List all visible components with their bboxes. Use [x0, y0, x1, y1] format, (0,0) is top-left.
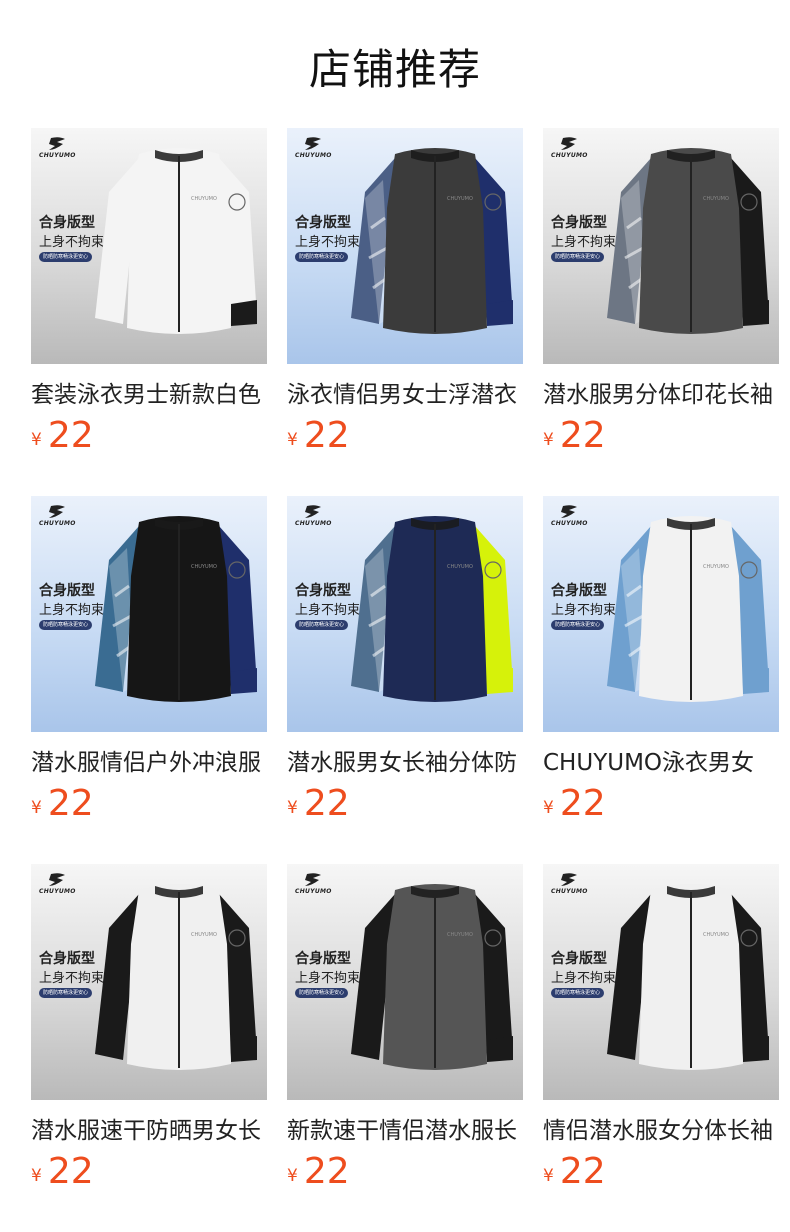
shirt-illustration: CHUYUMO	[351, 884, 513, 1070]
price-value: 22	[47, 415, 94, 456]
price-value: 22	[47, 1151, 94, 1192]
product-image[interactable]: CHUYUMO 合身版型 上身不拘束 防晒防寒畅泳更安心 CHUYUMO	[287, 496, 523, 732]
section-title: 店铺推荐	[308, 45, 481, 94]
product-card[interactable]: CHUYUMO 合身版型 上身不拘束 防晒防寒畅泳更安心 CHUYUMO 情侣潜…	[543, 864, 779, 1232]
product-card[interactable]: CHUYUMO 合身版型 上身不拘束 防晒防寒畅泳更安心 CHUYUMO 套装泳…	[31, 128, 267, 496]
currency-symbol: ¥	[287, 798, 298, 818]
svg-text:CHUYUMO: CHUYUMO	[447, 196, 473, 202]
product-image[interactable]: CHUYUMO 合身版型 上身不拘束 防晒防寒畅泳更安心 CHUYUMO	[31, 128, 267, 364]
product-name[interactable]: 潜水服情侣户外冲浪服	[31, 748, 267, 778]
currency-symbol: ¥	[287, 430, 298, 450]
price-value: 22	[559, 415, 606, 456]
product-card[interactable]: CHUYUMO 合身版型 上身不拘束 防晒防寒畅泳更安心 CHUYUMO 泳衣情…	[287, 128, 523, 496]
svg-text:CHUYUMO: CHUYUMO	[703, 564, 729, 570]
shirt-illustration: CHUYUMO	[607, 516, 769, 702]
price-value: 22	[303, 415, 350, 456]
price-value: 22	[47, 783, 94, 824]
price-value: 22	[559, 1151, 606, 1192]
price-value: 22	[559, 783, 606, 824]
shirt-illustration: CHUYUMO	[95, 884, 257, 1070]
product-price: ¥22	[31, 786, 94, 822]
product-name[interactable]: 套装泳衣男士新款白色	[31, 380, 267, 410]
shirt-illustration: CHUYUMO	[95, 148, 257, 334]
price-value: 22	[303, 783, 350, 824]
product-card[interactable]: CHUYUMO 合身版型 上身不拘束 防晒防寒畅泳更安心 CHUYUMO CHU…	[543, 496, 779, 864]
product-price: ¥22	[287, 786, 350, 822]
product-card[interactable]: CHUYUMO 合身版型 上身不拘束 防晒防寒畅泳更安心 CHUYUMO 新款速…	[287, 864, 523, 1232]
price-value: 22	[303, 1151, 350, 1192]
currency-symbol: ¥	[543, 798, 554, 818]
shirt-illustration: CHUYUMO	[351, 516, 513, 702]
svg-text:CHUYUMO: CHUYUMO	[703, 196, 729, 202]
svg-text:CHUYUMO: CHUYUMO	[191, 564, 217, 570]
product-name[interactable]: 潜水服男女长袖分体防	[287, 748, 523, 778]
currency-symbol: ¥	[31, 1166, 42, 1186]
store-recommendations: 店铺推荐 CHUYUMO 合身版型 上身不拘束 防晒防寒畅泳更安心 CHUYUM…	[0, 0, 790, 1232]
currency-symbol: ¥	[543, 430, 554, 450]
product-name[interactable]: 潜水服男分体印花长袖	[543, 380, 779, 410]
svg-text:CHUYUMO: CHUYUMO	[191, 196, 217, 202]
product-name[interactable]: 泳衣情侣男女士浮潜衣	[287, 380, 523, 410]
product-image[interactable]: CHUYUMO 合身版型 上身不拘束 防晒防寒畅泳更安心 CHUYUMO	[31, 864, 267, 1100]
product-card[interactable]: CHUYUMO 合身版型 上身不拘束 防晒防寒畅泳更安心 CHUYUMO 潜水服…	[31, 864, 267, 1232]
product-price: ¥22	[543, 786, 606, 822]
product-price: ¥22	[287, 418, 350, 454]
svg-text:CHUYUMO: CHUYUMO	[191, 932, 217, 938]
product-price: ¥22	[543, 1154, 606, 1190]
product-image[interactable]: CHUYUMO 合身版型 上身不拘束 防晒防寒畅泳更安心 CHUYUMO	[543, 864, 779, 1100]
svg-text:CHUYUMO: CHUYUMO	[703, 932, 729, 938]
shirt-illustration: CHUYUMO	[95, 516, 257, 702]
product-card[interactable]: CHUYUMO 合身版型 上身不拘束 防晒防寒畅泳更安心 CHUYUMO 潜水服…	[287, 496, 523, 864]
product-name[interactable]: CHUYUMO泳衣男女	[543, 748, 779, 778]
product-grid: CHUYUMO 合身版型 上身不拘束 防晒防寒畅泳更安心 CHUYUMO 套装泳…	[31, 128, 779, 1232]
product-card[interactable]: CHUYUMO 合身版型 上身不拘束 防晒防寒畅泳更安心 CHUYUMO 潜水服…	[31, 496, 267, 864]
product-image[interactable]: CHUYUMO 合身版型 上身不拘束 防晒防寒畅泳更安心 CHUYUMO	[543, 496, 779, 732]
product-image[interactable]: CHUYUMO 合身版型 上身不拘束 防晒防寒畅泳更安心 CHUYUMO	[31, 496, 267, 732]
currency-symbol: ¥	[287, 1166, 298, 1186]
currency-symbol: ¥	[543, 1166, 554, 1186]
shirt-illustration: CHUYUMO	[607, 884, 769, 1070]
product-image[interactable]: CHUYUMO 合身版型 上身不拘束 防晒防寒畅泳更安心 CHUYUMO	[287, 864, 523, 1100]
svg-text:CHUYUMO: CHUYUMO	[447, 932, 473, 938]
svg-text:CHUYUMO: CHUYUMO	[447, 564, 473, 570]
product-price: ¥22	[31, 418, 94, 454]
product-price: ¥22	[287, 1154, 350, 1190]
currency-symbol: ¥	[31, 798, 42, 818]
product-price: ¥22	[543, 418, 606, 454]
shirt-illustration: CHUYUMO	[351, 148, 513, 334]
product-image[interactable]: CHUYUMO 合身版型 上身不拘束 防晒防寒畅泳更安心 CHUYUMO	[543, 128, 779, 364]
product-name[interactable]: 潜水服速干防晒男女长	[31, 1116, 267, 1146]
product-name[interactable]: 新款速干情侣潜水服长	[287, 1116, 523, 1146]
product-card[interactable]: CHUYUMO 合身版型 上身不拘束 防晒防寒畅泳更安心 CHUYUMO 潜水服…	[543, 128, 779, 496]
product-price: ¥22	[31, 1154, 94, 1190]
shirt-illustration: CHUYUMO	[607, 148, 769, 334]
product-image[interactable]: CHUYUMO 合身版型 上身不拘束 防晒防寒畅泳更安心 CHUYUMO	[287, 128, 523, 364]
product-name[interactable]: 情侣潜水服女分体长袖	[543, 1116, 779, 1146]
currency-symbol: ¥	[31, 430, 42, 450]
